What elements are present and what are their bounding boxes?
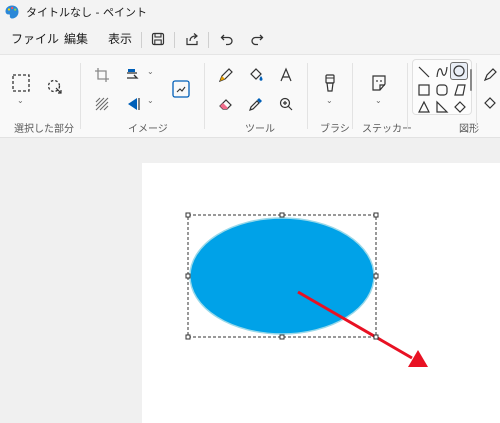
canvas-drawing bbox=[185, 212, 428, 367]
blue-ellipse bbox=[189, 217, 375, 335]
